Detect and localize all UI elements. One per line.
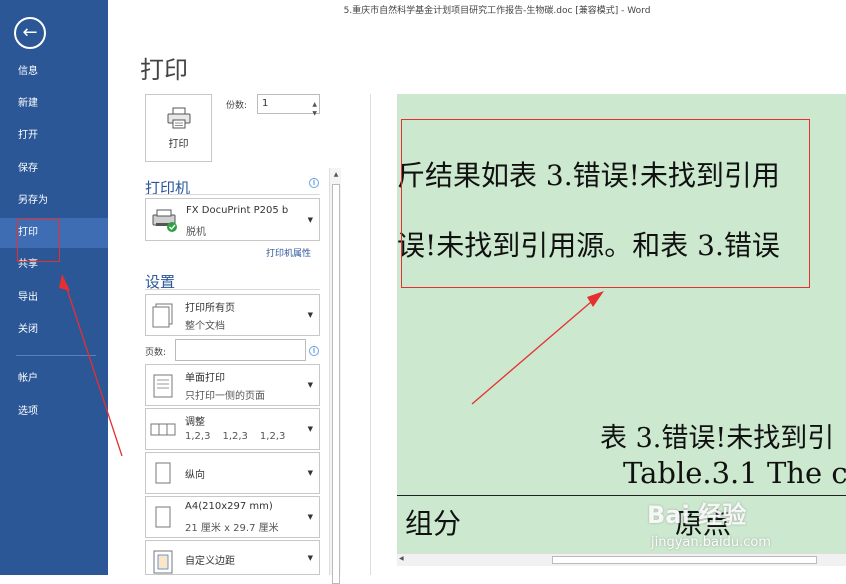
paper-icon [155, 506, 171, 528]
annotation-box [17, 219, 60, 262]
collate-set: 1,2,3 [259, 431, 286, 442]
scrollbar-thumb[interactable] [332, 184, 340, 584]
portrait-icon [155, 462, 171, 484]
paper-sub: 21 厘米 x 29.7 厘米 [185, 523, 279, 534]
paper-size-dropdown[interactable]: A4(210x297 mm) 21 厘米 x 29.7 厘米 ▼ [145, 496, 320, 538]
back-arrow-icon[interactable]: ← [14, 17, 46, 49]
collate-dropdown[interactable]: 调整 1,2,3 1,2,3 1,2,3 ▼ [145, 408, 320, 450]
nav-divider [16, 355, 96, 356]
nav-item-export[interactable]: 导出 [0, 283, 108, 313]
collate-set: 1,2,3 [185, 431, 211, 442]
orientation-main: 纵向 [185, 470, 205, 481]
sides-dropdown[interactable]: 单面打印 只打印一侧的页面 ▼ [145, 364, 320, 406]
printer-name: FX DocuPrint P205 b [186, 205, 289, 216]
settings-scrollbar[interactable]: ▲ [329, 168, 342, 584]
nav-item-save-as[interactable]: 另存为 [0, 186, 108, 216]
print-button[interactable]: 打印 [145, 94, 212, 162]
collate-order: 1,2,3 1,2,3 1,2,3 [185, 431, 285, 442]
nav-item-open[interactable]: 打开 [0, 121, 108, 151]
orientation-dropdown[interactable]: 纵向 ▼ [145, 452, 320, 494]
printer-icon [167, 107, 190, 128]
info-icon[interactable]: i [309, 346, 319, 356]
printer-status: 脱机 [186, 227, 206, 238]
print-range-dropdown[interactable]: 打印所有页 整个文档 ▼ [145, 294, 320, 336]
margins-dropdown[interactable]: 自定义边距 ▼ [145, 540, 320, 575]
collate-main: 调整 [185, 417, 205, 428]
chevron-down-icon: ▼ [307, 553, 313, 562]
watermark-url: jingyan.baidu.com [651, 535, 771, 550]
chevron-down-icon: ▼ [307, 215, 313, 224]
scroll-up-icon[interactable]: ▲ [330, 168, 342, 182]
print-range-sub: 整个文档 [185, 321, 225, 332]
margins-icon [153, 550, 173, 574]
pages-input[interactable] [175, 339, 306, 361]
nav-item-account[interactable]: 帐户 [0, 364, 108, 394]
printer-properties-link[interactable]: 打印机属性 [266, 246, 311, 259]
collate-icon [150, 423, 176, 436]
annotation-box [401, 119, 810, 288]
collate-set: 1,2,3 [222, 431, 248, 442]
spin-down-icon[interactable]: ▼ [312, 105, 317, 123]
nav-item-info[interactable]: 信息 [0, 57, 108, 87]
window-title: 5.重庆市自然科学基金计划项目研究工作报告-生物碳.doc [兼容模式] - W… [343, 6, 651, 16]
copies-label: 份数: [226, 101, 248, 111]
chevron-down-icon: ▼ [307, 425, 313, 433]
info-icon[interactable]: i [309, 178, 319, 188]
chevron-down-icon: ▼ [307, 381, 313, 389]
print-button-label: 打印 [168, 138, 189, 150]
section-divider [145, 289, 320, 290]
section-divider [145, 194, 320, 195]
panel-divider [370, 94, 371, 575]
printer-device-icon [152, 209, 177, 232]
nav-item-options[interactable]: 选项 [0, 397, 108, 427]
chevron-down-icon: ▼ [307, 311, 313, 319]
pages-label: 页数: [145, 348, 167, 358]
backstage-nav: ← 信息 新建 打开 保存 另存为 打印 共享 导出 关闭 帐户 选项 [0, 0, 108, 575]
page-title: 打印 [140, 56, 188, 84]
baidu-watermark: Bai 经验 jingyan.baidu.com [647, 487, 837, 562]
print-range-main: 打印所有页 [185, 303, 235, 314]
printer-dropdown[interactable]: FX DocuPrint P205 b 脱机 ▼ [145, 198, 320, 241]
preview-table-caption-en: Table.3.1 The co [623, 456, 846, 490]
preview-table-header: 组分 [405, 507, 462, 540]
preview-table-caption: 表 3.错误!未找到引 [600, 423, 835, 454]
nav-item-save[interactable]: 保存 [0, 154, 108, 184]
nav-item-new[interactable]: 新建 [0, 89, 108, 119]
single-sided-icon [153, 374, 173, 398]
watermark-logo: Bai 经验 [647, 501, 747, 529]
copies-value: 1 [262, 98, 269, 109]
paper-main: A4(210x297 mm) [185, 501, 273, 512]
sides-main: 单面打印 [185, 373, 225, 384]
copies-input[interactable]: 1 ▲ ▼ [257, 94, 320, 117]
pages-icon [152, 303, 173, 328]
scroll-left-icon[interactable]: ◀ [399, 555, 404, 562]
sides-sub: 只打印一侧的页面 [185, 391, 265, 402]
chevron-down-icon: ▼ [307, 513, 313, 521]
margins-main: 自定义边距 [185, 556, 235, 567]
nav-item-close[interactable]: 关闭 [0, 315, 108, 345]
chevron-down-icon: ▼ [307, 469, 313, 477]
